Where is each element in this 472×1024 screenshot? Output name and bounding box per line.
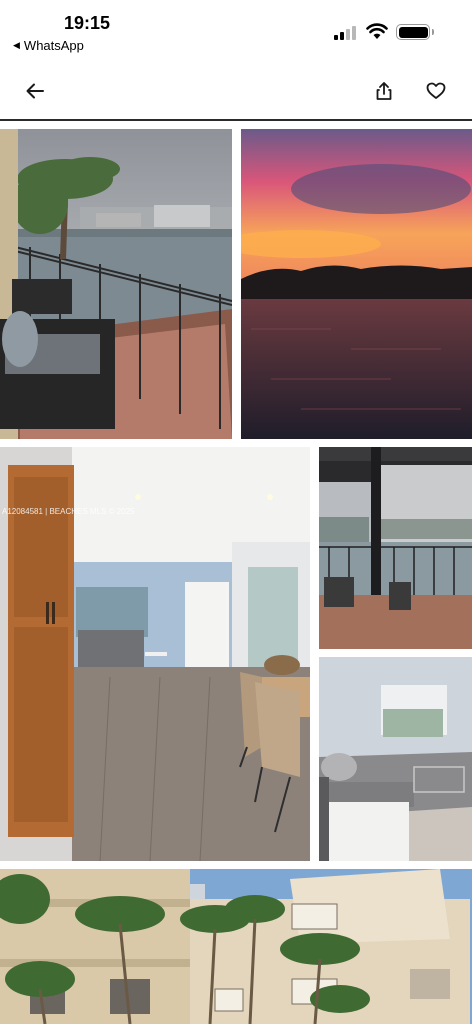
battery-icon [396,24,430,40]
left-triangle-icon: ◀ [13,40,20,50]
living-room-sofa-photo[interactable] [319,657,472,861]
share-icon [376,82,392,100]
cellular-signal-icon [334,24,360,40]
nav-bar [0,62,472,120]
balcony-view-photo[interactable] [319,447,472,649]
wifi-icon [366,22,388,40]
share-button[interactable] [369,76,399,106]
mls-watermark: A12084581 | BEACHES MLS © 2025 [2,507,135,516]
back-app-label: WhatsApp [23,38,84,53]
favorite-button[interactable] [421,76,451,106]
status-time: 19:15 [64,13,111,33]
battery-tip [432,29,434,35]
heart-icon [426,82,446,99]
status-bar: 19:15 ◀ WhatsApp [0,0,472,62]
building-exterior-palms-photo[interactable] [0,869,472,1024]
balcony-waterfront-photo[interactable] [0,129,232,439]
arrow-left-icon [26,83,44,99]
living-room-hallway-photo[interactable]: A12084581 | BEACHES MLS © 2025 [0,447,310,861]
back-to-app-link[interactable]: ◀ WhatsApp [13,38,84,53]
nav-divider [0,119,472,121]
sunset-over-water-photo[interactable] [241,129,472,439]
back-button[interactable] [20,76,50,106]
